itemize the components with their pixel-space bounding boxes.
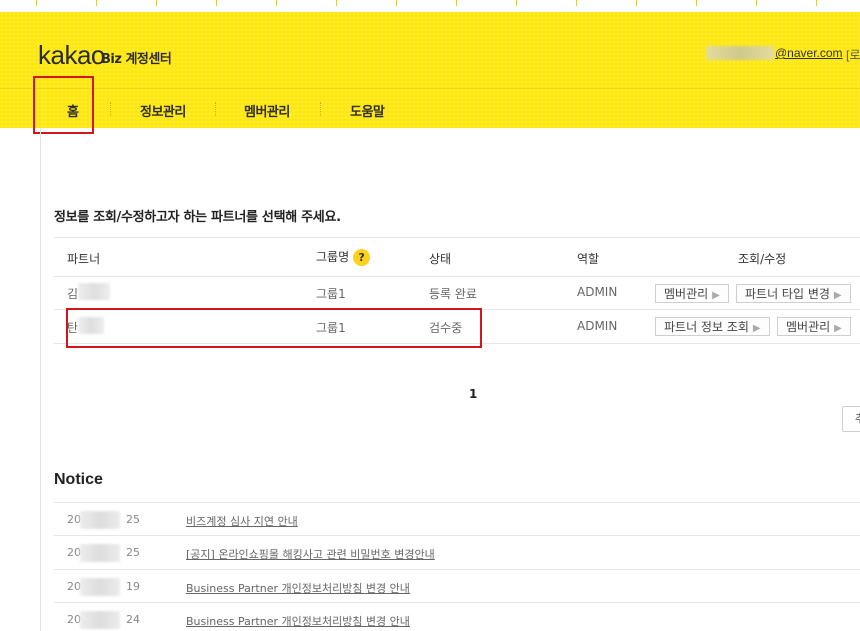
notice-top-border [54,502,860,503]
pagination-current-page[interactable]: 1 [469,387,477,401]
notice-divider [54,569,860,570]
partner-name-redaction [78,283,110,300]
notice-title-link[interactable]: Business Partner 개인정보처리방침 변경 안내 [186,613,410,629]
add-partner-button[interactable]: 추가 [842,406,860,432]
help-icon[interactable]: ? [353,249,371,266]
notice-title-link[interactable]: 비즈계정 심사 지연 안내 [186,513,298,529]
notice-divider [54,602,860,603]
content-left-border [40,128,41,631]
view-partner-info-button[interactable]: 파트너 정보 조회 ▶ [655,317,770,336]
notice-heading: Notice [54,471,103,488]
user-email-link[interactable]: @naver.com [775,46,843,60]
top-stripe [0,0,860,12]
partner-name: 김 [67,287,79,301]
member-management-button[interactable]: 멤버관리 ▶ [655,284,729,303]
member-management-button[interactable]: 멤버관리 ▶ [777,317,851,336]
notice-title-link[interactable]: [공지] 온라인쇼핑몰 해킹사고 관련 비밀번호 변경안내 [186,546,435,562]
group-name: 그룹1 [316,287,346,301]
tab-help[interactable]: 도움말 [350,101,385,120]
date-redaction [80,611,120,629]
chevron-right-icon: ▶ [712,290,720,301]
tab-member-management[interactable]: 멤버관리 [244,101,290,120]
chevron-right-icon: ▶ [833,290,842,301]
column-header-group: 그룹명? [316,248,371,266]
column-header-partner: 파트너 [67,252,101,266]
kakao-logo[interactable]: kakao [38,40,105,71]
column-header-group-label: 그룹명 [316,250,350,264]
notice-divider [54,535,860,536]
main-nav: 홈 정보관리 멤버관리 도움말 [0,89,860,128]
role-text: ADMIN [577,285,618,299]
column-header-status: 상태 [429,252,452,266]
chevron-right-icon: ▶ [834,323,842,334]
date-redaction [80,511,120,529]
site-title: Biz 계정센터 [101,52,172,67]
status-text: 등록 완료 [429,287,477,301]
home-tab-highlight-box [33,76,94,134]
tab-info-management[interactable]: 정보관리 [140,101,186,120]
nav-separator [215,102,217,116]
nav-separator [320,102,322,116]
nav-separator [110,102,112,116]
selected-row-highlight-box [66,308,482,348]
column-header-actions: 조회/수정 [738,252,787,266]
notice-title-link[interactable]: Business Partner 개인정보처리방침 변경 안내 [186,580,410,596]
date-redaction [80,578,120,596]
table-top-border [54,237,860,238]
column-header-role: 역할 [577,252,600,266]
date-redaction [80,544,120,562]
change-partner-type-button[interactable]: 파트너 타입 변경 ▶ [736,284,851,303]
page-instruction: 정보를 조회/수정하고자 하는 파트너를 선택해 주세요. [54,210,341,225]
table-header-border [54,276,860,277]
email-redaction [706,46,774,60]
role-text: ADMIN [577,319,618,333]
chevron-right-icon: ▶ [752,323,761,334]
top-banner: kakao Biz 계정센터 @naver.com [로그아웃] 홈 정보관리 … [0,0,860,128]
logout-link[interactable]: [로그아웃] [846,46,860,63]
